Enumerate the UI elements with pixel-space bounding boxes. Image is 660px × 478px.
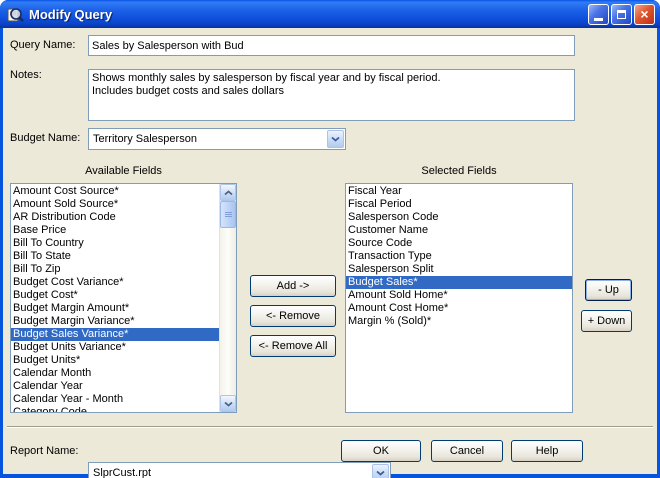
list-item[interactable]: Amount Sold Source* [11,198,219,211]
scrollbar-thumb[interactable] [220,201,236,228]
close-button[interactable]: × [634,3,655,25]
list-item[interactable]: Bill To Zip [11,263,219,276]
list-item[interactable]: Amount Sold Home* [346,289,572,302]
minimize-button[interactable] [588,3,609,25]
remove-all-button[interactable]: <- Remove All [250,335,336,357]
dialog-body: Query Name: Notes: Shows monthly sales b… [3,28,657,478]
list-item[interactable]: Budget Sales Variance* [11,328,219,341]
report-name-value: SlprCust.rpt [93,467,152,478]
report-name-combobox[interactable]: SlprCust.rpt [88,462,391,478]
available-fields-listbox[interactable]: Amount Cost Source* Amount Sold Source* AR… [10,183,237,413]
list-item[interactable]: Source Code [346,237,572,250]
list-item[interactable]: Calendar Year - Month [11,393,219,406]
scroll-up-button[interactable] [220,184,236,201]
query-name-input[interactable] [88,35,575,56]
close-icon: × [640,6,649,22]
list-item[interactable]: Amount Cost Home* [346,302,572,315]
report-name-label: Report Name: [10,445,79,457]
notes-input[interactable]: Shows monthly sales by salesperson by fi… [88,69,575,121]
chevron-down-icon[interactable] [372,464,389,478]
list-item[interactable]: Transaction Type [346,250,572,263]
query-magnifier-icon [7,5,25,23]
minimize-icon [594,17,603,21]
budget-name-value: Territory Salesperson [93,133,197,145]
scrollbar-track[interactable] [220,228,236,395]
scrollbar-grip-icon [224,211,232,218]
selected-fields-listbox[interactable]: Fiscal Year Fiscal Period Salesperson Code… [345,183,573,413]
scroll-down-button[interactable] [220,395,236,412]
separator [7,426,653,428]
list-item[interactable]: Budget Margin Amount* [11,302,219,315]
add-button[interactable]: Add -> [250,275,336,297]
selected-fields-label: Selected Fields [421,165,497,177]
down-button[interactable]: + Down [581,310,632,332]
list-item[interactable]: Fiscal Period [346,198,572,211]
list-item[interactable]: Salesperson Code [346,211,572,224]
available-fields-scrollbar[interactable] [219,184,236,412]
list-item[interactable]: Amount Cost Source* [11,185,219,198]
budget-name-combobox[interactable]: Territory Salesperson [88,128,346,150]
list-item[interactable]: Budget Units* [11,354,219,367]
available-fields-list: Amount Cost Source* Amount Sold Source* AR… [11,184,219,412]
help-button[interactable]: Help [511,440,583,462]
selected-fields-list: Fiscal Year Fiscal Period Salesperson Code… [346,184,572,412]
budget-name-label: Budget Name: [10,132,81,144]
window-title: Modify Query [29,6,113,22]
list-item[interactable]: Bill To Country [11,237,219,250]
list-item[interactable]: Budget Cost* [11,289,219,302]
list-item[interactable]: Customer Name [346,224,572,237]
titlebar[interactable]: Modify Query × [0,0,660,28]
ok-button[interactable]: OK [341,440,421,462]
maximize-button[interactable] [611,3,632,25]
list-item[interactable]: AR Distribution Code [11,211,219,224]
list-item[interactable]: Fiscal Year [346,185,572,198]
chevron-down-icon[interactable] [327,130,344,148]
maximize-icon [617,9,626,19]
list-item[interactable]: Salesperson Split [346,263,572,276]
list-item[interactable]: Calendar Year [11,380,219,393]
list-item[interactable]: Margin % (Sold)* [346,315,572,328]
query-name-label: Query Name: [10,39,76,51]
notes-label: Notes: [10,69,42,81]
list-item[interactable]: Budget Units Variance* [11,341,219,354]
list-item[interactable]: Budget Margin Variance* [11,315,219,328]
cancel-button[interactable]: Cancel [431,440,503,462]
list-item[interactable]: Base Price [11,224,219,237]
available-fields-label: Available Fields [85,165,162,177]
list-item[interactable]: Category Code [11,406,219,412]
window-controls: × [588,3,655,25]
list-item[interactable]: Bill To State [11,250,219,263]
remove-button[interactable]: <- Remove [250,305,336,327]
up-button[interactable]: - Up [585,279,632,301]
list-item[interactable]: Budget Sales* [346,276,572,289]
list-item[interactable]: Calendar Month [11,367,219,380]
list-item[interactable]: Budget Cost Variance* [11,276,219,289]
modify-query-dialog: Modify Query × Query Name: Notes: Shows … [0,0,660,478]
